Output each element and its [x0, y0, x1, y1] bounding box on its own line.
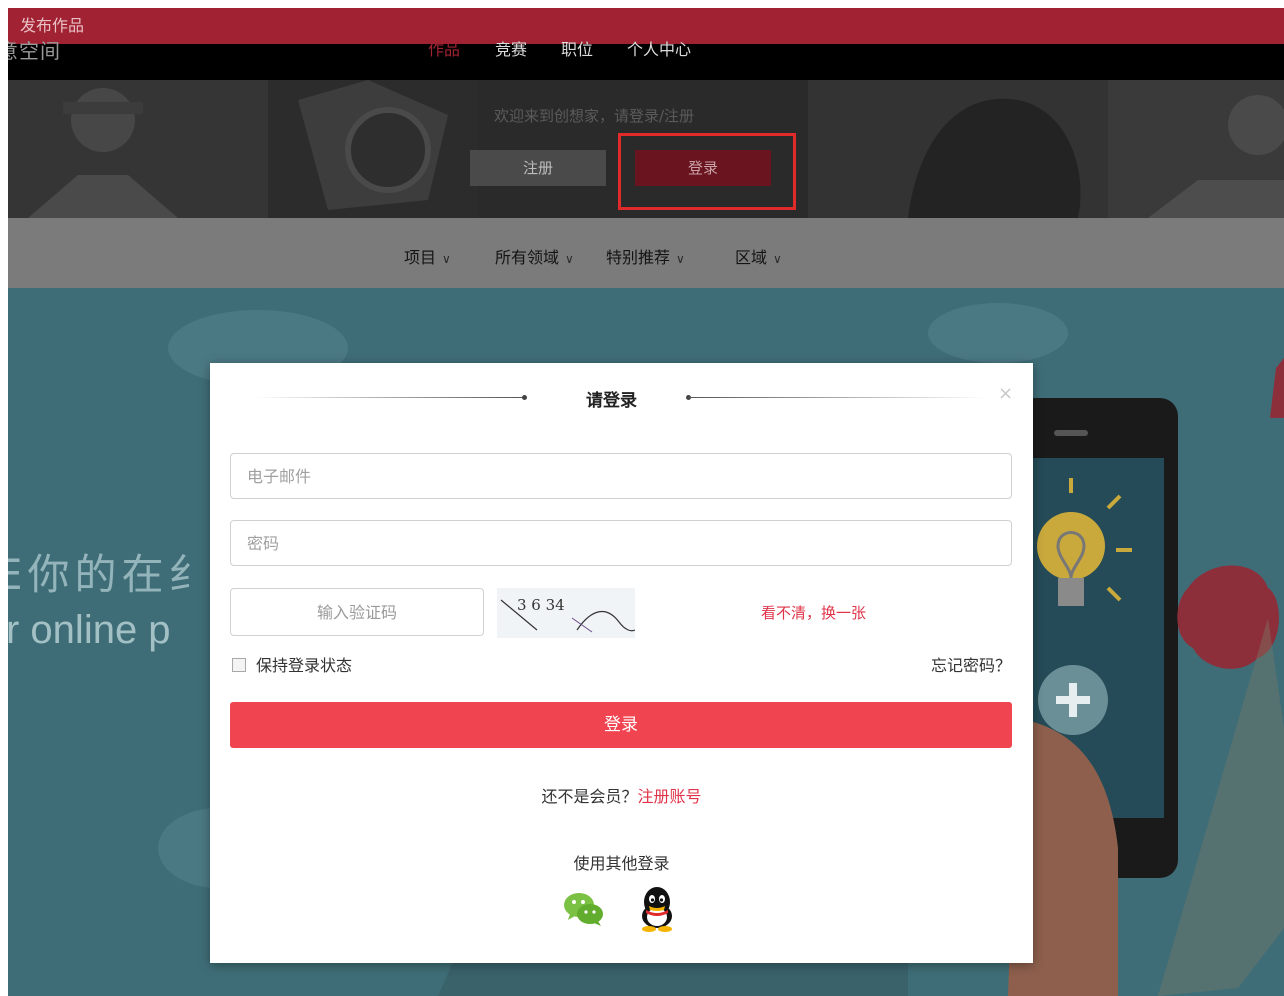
filter-region-label: 区域 — [735, 248, 768, 267]
nav-jobs[interactable]: 职位 — [561, 36, 593, 60]
login-button[interactable]: 登录 — [230, 702, 1012, 748]
captcha-input[interactable] — [230, 588, 484, 636]
close-icon[interactable]: × — [998, 383, 1013, 404]
chevron-down-icon: ∨ — [565, 252, 574, 266]
wechat-icon[interactable] — [562, 887, 606, 931]
login-highlight-box — [618, 133, 796, 210]
hero-headline-cn: E你的在纟 — [8, 550, 216, 599]
captcha-image[interactable]: 3 6 34 — [497, 588, 636, 638]
filter-project-label: 项目 — [404, 248, 437, 267]
welcome-text: 欢迎来到创想家，请登录/注册 — [494, 107, 695, 125]
not-member-row: 还不是会员？注册账号 — [210, 783, 1033, 807]
filter-region[interactable]: 区域 ∨ — [735, 244, 782, 268]
modal-title: 请登录 — [586, 391, 637, 411]
nav-contest[interactable]: 竞赛 — [495, 36, 527, 60]
filter-field-label: 所有领域 — [495, 248, 560, 267]
remember-label: 保持登录状态 — [256, 656, 353, 675]
captcha-refresh-link[interactable]: 看不清，换一张 — [761, 602, 866, 623]
top-nav: 意空间 作品 竞赛 职位 个人中心 发布作品 — [8, 8, 1284, 80]
filter-field[interactable]: 所有领域 ∨ — [495, 244, 574, 268]
other-login-label: 使用其他登录 — [573, 854, 670, 873]
remember-me[interactable]: 保持登录状态 — [232, 652, 352, 676]
site-logo[interactable]: 意空间 — [8, 35, 61, 64]
hero-headline-en: r online p — [8, 608, 171, 652]
email-field[interactable] — [230, 453, 1012, 499]
captcha-graphic: 3 6 34 — [500, 596, 636, 633]
not-member-text: 还不是会员？ — [541, 787, 638, 806]
nav-works[interactable]: 作品 — [428, 36, 460, 60]
title-divider-left — [255, 397, 523, 398]
chevron-down-icon: ∨ — [773, 252, 782, 266]
filter-featured-label: 特别推荐 — [606, 248, 671, 267]
qq-icon[interactable] — [637, 886, 677, 932]
banner-register-button[interactable]: 注册 — [470, 150, 606, 186]
filter-bar: 项目 ∨ 所有领域 ∨ 特别推荐 ∨ 区域 ∨ — [8, 218, 1284, 288]
register-account-link[interactable]: 注册账号 — [638, 787, 702, 806]
password-field[interactable] — [230, 520, 1012, 566]
banner: 欢迎来到创想家，请登录/注册 注册 登录 — [8, 80, 1284, 218]
title-divider-right — [688, 397, 988, 398]
filter-project[interactable]: 项目 ∨ — [404, 244, 451, 268]
login-modal: 请登录 × 3 6 34 看不清，换一张 保持登录状态 忘记密码？ 登录 还不是… — [210, 363, 1033, 963]
remember-checkbox[interactable] — [232, 658, 246, 672]
title-dot-left — [522, 395, 527, 400]
chevron-down-icon: ∨ — [676, 252, 685, 266]
nav-personal-center[interactable]: 个人中心 — [627, 36, 691, 60]
forgot-password-link[interactable]: 忘记密码？ — [931, 652, 1011, 676]
filter-featured[interactable]: 特别推荐 ∨ — [606, 244, 685, 268]
captcha-text: 3 6 34 — [517, 596, 565, 614]
page-frame: 意空间 作品 竞赛 职位 个人中心 发布作品 欢迎来到创想家，请登录/注册 注册… — [8, 8, 1284, 996]
chevron-down-icon: ∨ — [442, 252, 451, 266]
